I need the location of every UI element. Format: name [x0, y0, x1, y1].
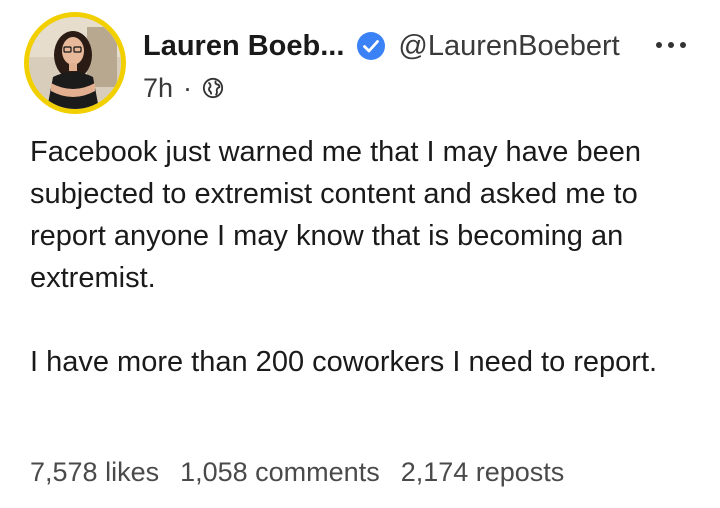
post-timestamp[interactable]: 7h [143, 73, 173, 104]
comments-count[interactable]: 1,058 comments [180, 457, 380, 488]
more-dot [668, 42, 674, 48]
meta-separator: · [183, 72, 193, 103]
post-paragraph: I have more than 200 coworkers I need to… [30, 346, 658, 378]
avatar-portrait-image [29, 17, 121, 109]
reposts-count[interactable]: 2,174 reposts [401, 457, 565, 488]
globe-icon [202, 77, 224, 99]
verified-badge-icon [357, 32, 386, 60]
avatar-photo [29, 17, 121, 109]
post-body: Facebook just warned me that I may have … [30, 131, 700, 383]
more-options-button[interactable] [651, 30, 691, 60]
engagement-stats: 7,578 likes 1,058 comments 2,174 reposts [30, 454, 564, 490]
post-paragraph: Facebook just warned me that I may have … [30, 136, 641, 294]
post-card: Lauren Boeb... @LaurenBoebert 7h · Faceb… [0, 0, 720, 508]
author-handle[interactable]: @LaurenBoebert [398, 30, 619, 63]
more-dot [680, 42, 686, 48]
more-dot [656, 42, 662, 48]
author-display-name[interactable]: Lauren Boeb... [143, 30, 344, 63]
post-meta: 7h · [143, 72, 224, 104]
likes-count[interactable]: 7,578 likes [30, 457, 159, 488]
author-header: Lauren Boeb... @LaurenBoebert [143, 26, 620, 66]
avatar[interactable] [24, 12, 126, 114]
